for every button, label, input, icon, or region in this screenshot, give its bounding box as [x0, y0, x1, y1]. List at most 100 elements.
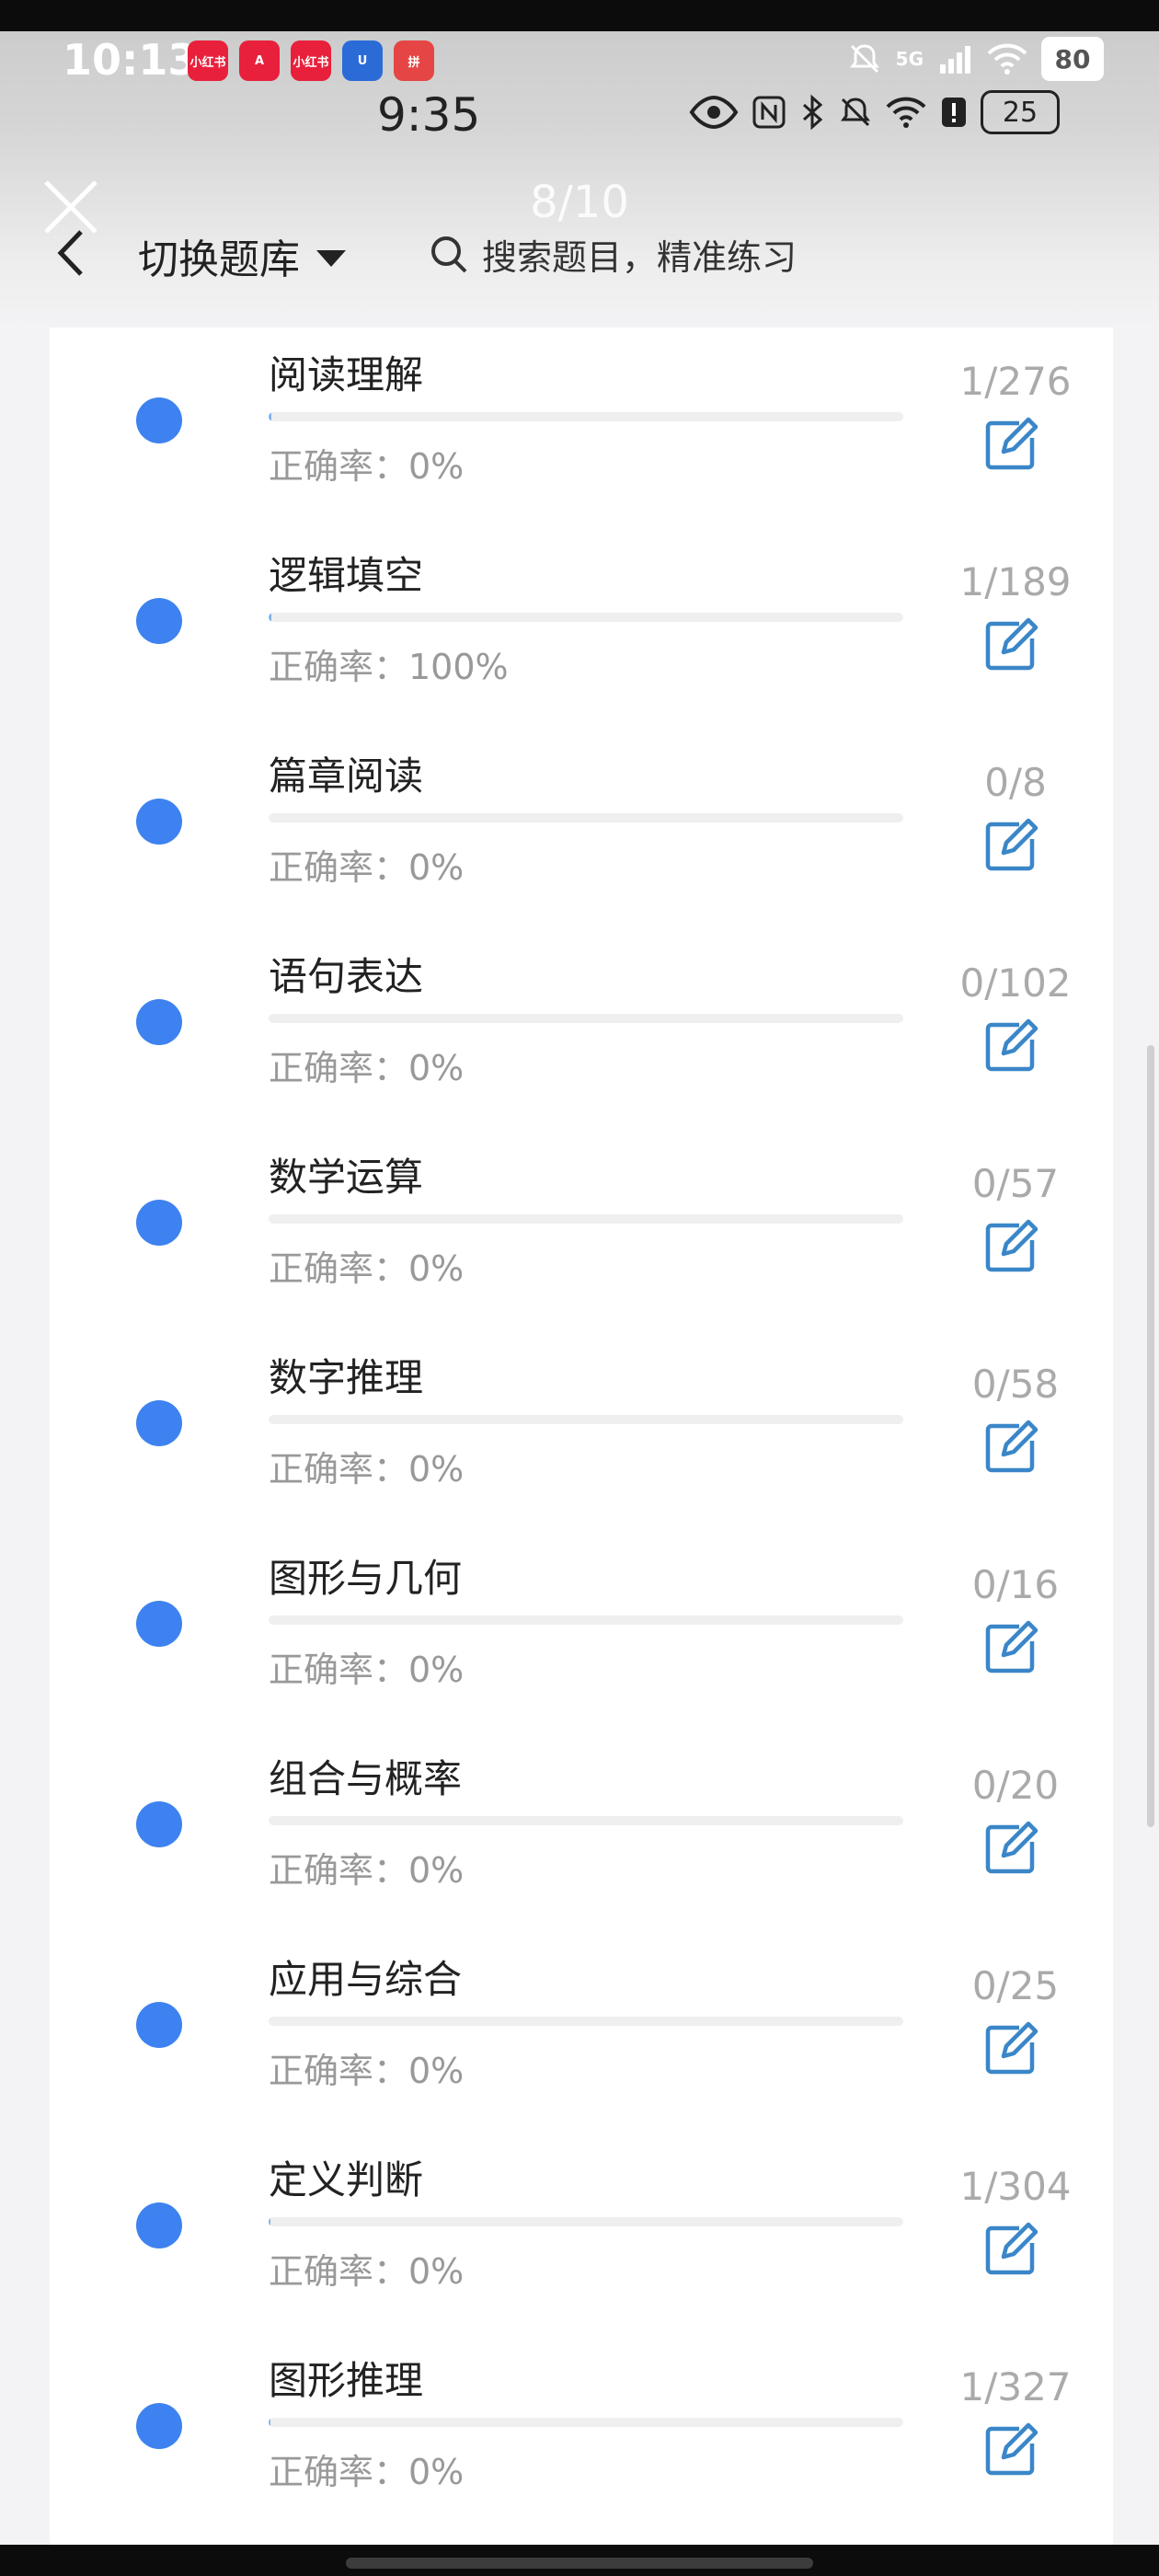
- edit-icon[interactable]: [982, 616, 1039, 673]
- eye-icon: [689, 95, 739, 130]
- wifi-icon: [886, 97, 926, 128]
- accuracy-text: 正确率：0%: [269, 1850, 465, 1891]
- outer-status-strip: [0, 0, 1159, 31]
- category-name: 逻辑填空: [269, 553, 424, 598]
- list-item[interactable]: 逻辑填空 正确率：100% 1/189: [50, 528, 1113, 729]
- category-name: 应用与综合: [269, 1957, 463, 2002]
- outer-status-icons: 5G 80: [846, 37, 1104, 81]
- edit-icon[interactable]: [982, 2020, 1039, 2077]
- edit-icon[interactable]: [982, 817, 1039, 874]
- progress-bar: [269, 2418, 903, 2427]
- status-dot: [136, 1601, 182, 1647]
- progress-bar: [269, 1014, 903, 1023]
- edit-icon[interactable]: [982, 1218, 1039, 1275]
- progress-bar: [269, 1816, 903, 1825]
- question-count: 0/102: [959, 960, 1072, 1006]
- signal-icon: [940, 46, 970, 74]
- list-item[interactable]: 图形与几何正确率：0% 0/16: [50, 1531, 1113, 1731]
- edit-icon[interactable]: [982, 1018, 1039, 1075]
- accuracy-text: 正确率：0%: [269, 2452, 465, 2492]
- category-name: 语句表达: [269, 954, 424, 999]
- status-dot: [136, 2403, 182, 2449]
- list-item[interactable]: 图形推理 正确率：0% 1/327: [50, 2333, 1113, 2534]
- list-item[interactable]: 语句表达正确率：0% 0/102: [50, 929, 1113, 1130]
- question-count: 0/57: [971, 1161, 1060, 1206]
- category-name: 图形与几何: [269, 1556, 463, 1601]
- progress-bar: [269, 2217, 903, 2226]
- progress-fill: [269, 2217, 271, 2226]
- list-item[interactable]: 篇章阅读正确率：0% 0/8: [50, 729, 1113, 929]
- network-type: 5G: [895, 48, 924, 70]
- accuracy-text: 正确率：0%: [269, 1650, 465, 1690]
- question-count: 0/16: [971, 1562, 1060, 1607]
- progress-bar: [269, 1214, 903, 1224]
- nfc-icon: [752, 96, 786, 129]
- app-screen: 10:13 小红书 A 小红书 U 拼 5G 80 9:35 25 8/10 切…: [0, 0, 1159, 2576]
- page-counter: 8/10: [530, 177, 629, 228]
- search-bar[interactable]: 搜索题目，精准练习: [429, 224, 1100, 283]
- accuracy-text: 正确率：100%: [269, 647, 509, 687]
- edit-icon[interactable]: [982, 1419, 1039, 1476]
- wifi-icon: [987, 43, 1027, 75]
- list-item[interactable]: 应用与综合正确率：0% 0/25: [50, 1932, 1113, 2133]
- app-icon: 小红书: [188, 40, 228, 81]
- accuracy-text: 正确率：0%: [269, 847, 465, 888]
- status-dot: [136, 1200, 182, 1246]
- category-name: 组合与概率: [269, 1756, 463, 1801]
- edit-icon[interactable]: [982, 1619, 1039, 1676]
- home-indicator[interactable]: [346, 2558, 813, 2569]
- status-dot: [136, 598, 182, 644]
- inner-status-icons: 25: [688, 90, 1060, 134]
- app-icon: 拼: [394, 40, 434, 81]
- inner-status-time: 9:35: [377, 88, 481, 142]
- progress-bar: [269, 813, 903, 822]
- caret-down-icon: [316, 250, 346, 267]
- status-dot: [136, 397, 182, 443]
- search-icon: [431, 236, 467, 273]
- list-item[interactable]: 数学运算 正确率：0% 0/57: [50, 1130, 1113, 1330]
- category-name: 数字推理: [269, 1355, 424, 1400]
- category-name: 定义判断: [269, 2157, 424, 2202]
- edit-icon[interactable]: [982, 2421, 1039, 2478]
- app-icon: A: [239, 40, 280, 81]
- question-count: 1/304: [959, 2164, 1072, 2209]
- edit-icon[interactable]: [982, 1820, 1039, 1877]
- progress-bar: [269, 613, 903, 622]
- accuracy-text: 正确率：0%: [269, 2051, 465, 2091]
- progress-bar: [269, 412, 903, 421]
- list-item[interactable]: 定义判断 正确率：0% 1/304: [50, 2133, 1113, 2333]
- status-dot: [136, 1400, 182, 1446]
- list-item[interactable]: 数字推理 正确率：0% 0/58: [50, 1330, 1113, 1531]
- accuracy-text: 正确率：0%: [269, 1449, 465, 1489]
- question-count: 0/8: [984, 760, 1047, 805]
- bluetooth-icon: [803, 94, 823, 131]
- alert-icon: [942, 98, 966, 127]
- app-icon: 小红书: [291, 40, 331, 81]
- status-dot: [136, 999, 182, 1045]
- status-dot: [136, 1801, 182, 1847]
- category-list: 阅读理解 正确率：0% 1/276 逻辑填空 正确率：100% 1/189 篇章阅读 正确率：…: [50, 328, 1113, 2576]
- back-arrow-icon[interactable]: [50, 224, 96, 282]
- status-dot: [136, 2002, 182, 2048]
- accuracy-text: 正确率：0%: [269, 1248, 465, 1289]
- accuracy-text: 正确率：0%: [269, 446, 465, 487]
- scrollbar[interactable]: [1147, 1045, 1154, 1827]
- switch-bank-dropdown[interactable]: 切换题库: [138, 226, 346, 285]
- edit-icon[interactable]: [982, 2221, 1039, 2278]
- progress-bar: [269, 1415, 903, 1424]
- question-count: 1/276: [959, 359, 1072, 404]
- status-dot: [136, 2202, 182, 2248]
- search-placeholder: 搜索题目，精准练习: [482, 236, 798, 278]
- question-count: 0/25: [971, 1963, 1060, 2008]
- mute-bell-icon: [849, 44, 879, 74]
- progress-bar: [269, 1616, 903, 1625]
- category-name: 阅读理解: [269, 352, 424, 397]
- category-name: 篇章阅读: [269, 753, 424, 799]
- list-item[interactable]: 阅读理解正确率：0% 1/276: [50, 328, 1113, 528]
- outer-status-time: 10:13: [63, 35, 198, 85]
- progress-fill: [269, 2418, 271, 2427]
- accuracy-text: 正确率：0%: [269, 1048, 465, 1088]
- question-count: 0/20: [971, 1763, 1060, 1808]
- list-item[interactable]: 组合与概率正确率：0% 0/20: [50, 1731, 1113, 1932]
- edit-icon[interactable]: [982, 416, 1039, 473]
